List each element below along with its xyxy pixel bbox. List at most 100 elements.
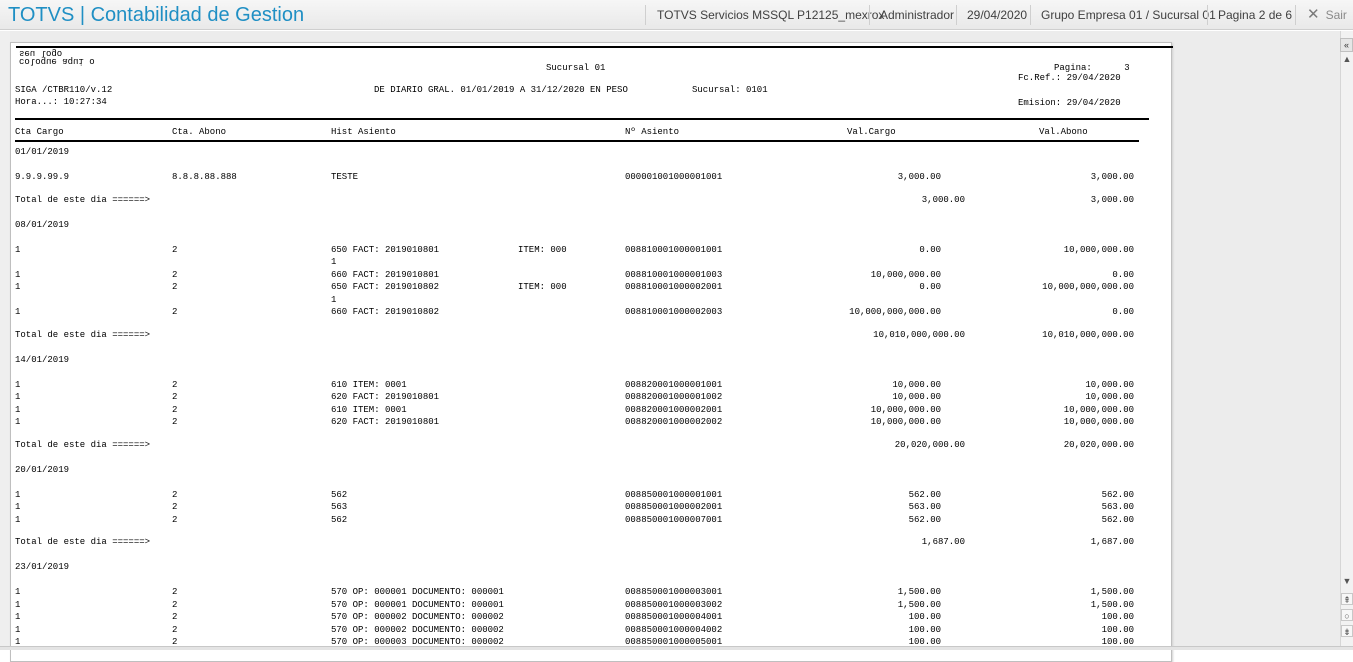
day-total-label: Total de este dia ======> (15, 537, 151, 547)
row-val-abono: 1,500.00 (1090, 599, 1134, 610)
row-val-cargo: 10,000,000.00 (870, 404, 941, 415)
row-val-abono: 100.00 (1101, 624, 1134, 635)
row-hist-asiento: TESTE (331, 172, 359, 182)
row-num-asiento: 008820001000002002 (625, 417, 723, 427)
row-hist-asiento: 620 FACT: 2019010801 (331, 392, 440, 402)
row-val-abono: 1,500.00 (1090, 587, 1134, 597)
row-cta-abono: 2 (172, 502, 178, 512)
company-label: Grupo Empresa 01 / Sucursal 01 (1041, 8, 1216, 22)
vertical-scrollbar[interactable]: ▲ ▼ ⇞ ○ ⇟ (1340, 31, 1353, 650)
report-period: DE DIARIO GRAL. 01/01/2019 A 31/12/2020 … (374, 85, 628, 95)
report-branch-title: Sucursal 01 (546, 63, 606, 73)
row-val-abono: 10,000.00 (1085, 379, 1134, 390)
row-hist-asiento: 563 (331, 502, 348, 512)
row-val-cargo: 1,500.00 (897, 599, 941, 610)
row-cta-abono: 2 (172, 624, 178, 635)
row-cta-cargo: 1 (15, 514, 21, 525)
row-cta-cargo: 1 (15, 269, 21, 280)
row-cta-abono: 8.8.8.88.888 (172, 172, 237, 182)
row-hist-asiento: 650 FACT: 2019010802 (331, 282, 440, 292)
row-hist-asiento: 620 FACT: 2019010801 (331, 417, 440, 427)
row-hist-asiento: 570 OP: 000001 DOCUMENTO: 000001 (331, 587, 504, 597)
header-rule (15, 118, 1149, 120)
app-title: TOTVS | Contabilidad de Gestion (8, 4, 305, 26)
row-val-cargo: 10,000.00 (892, 379, 941, 390)
row-num-asiento: 008850001000003002 (625, 599, 723, 610)
col-hist-asiento: Hist Asiento (331, 127, 396, 137)
row-num-asiento: 008850001000007001 (625, 514, 723, 525)
row-cta-abono: 2 (172, 244, 178, 255)
row-num-asiento: 008810001000002001 (625, 282, 723, 292)
row-val-cargo: 100.00 (908, 612, 941, 622)
day-total-cargo: 3,000.00 (921, 194, 965, 205)
page-top-icon[interactable]: ⇞ (1341, 593, 1353, 605)
arrow-up-icon[interactable]: ▲ (1341, 53, 1353, 65)
day-date: 14/01/2019 (15, 354, 70, 365)
page-top-rule (16, 46, 1173, 48)
row-cta-abono: 2 (172, 269, 178, 280)
row-hist-continuation: 1 (331, 257, 337, 267)
day-date: 08/01/2019 (15, 219, 70, 230)
row-cta-cargo: 1 (15, 612, 21, 622)
day-total-abono: 10,010,000,000.00 (1042, 329, 1134, 340)
row-hist-asiento: 660 FACT: 2019010802 (331, 307, 440, 317)
report-sucursal: Sucursal: 0101 (692, 85, 768, 95)
col-num-asiento: Nº Asiento (625, 127, 680, 137)
col-val-abono: Val.Abono (1039, 127, 1088, 137)
viewer-margin (0, 31, 10, 650)
row-val-cargo: 10,000,000.00 (870, 269, 941, 280)
row-item: ITEM: 000 (518, 244, 567, 255)
row-num-asiento: 008850001000003001 (625, 587, 723, 597)
row-num-asiento: 000001001000001001 (625, 172, 723, 182)
report-time: Hora...: 10:27:34 (15, 97, 107, 107)
row-val-cargo: 0.00 (919, 282, 941, 292)
row-val-abono: 10,000,000,000.00 (1042, 282, 1134, 292)
row-num-asiento: 008820001000001002 (625, 392, 723, 402)
row-val-abono: 100.00 (1101, 612, 1134, 622)
row-cta-cargo: 1 (15, 417, 21, 427)
row-cta-abono: 2 (172, 514, 178, 525)
header-separator (645, 5, 646, 25)
row-cta-cargo: 1 (15, 599, 21, 610)
row-cta-abono: 2 (172, 587, 178, 597)
row-val-cargo: 1,500.00 (897, 587, 941, 597)
zoom-icon[interactable]: ○ (1341, 609, 1353, 621)
arrow-down-icon[interactable]: ▼ (1341, 575, 1353, 587)
row-val-cargo: 10,000,000.00 (870, 417, 941, 427)
row-val-cargo: 563.00 (908, 502, 941, 512)
row-val-abono: 10,000,000.00 (1063, 244, 1134, 255)
day-total-label: Total de este dia ======> (15, 194, 151, 205)
reference-date: Fc.Ref.: 29/04/2020 (1018, 73, 1121, 83)
day-total-cargo: 10,010,000,000.00 (873, 329, 965, 340)
row-cta-abono: 2 (172, 599, 178, 610)
row-val-cargo: 100.00 (908, 624, 941, 635)
row-val-cargo: 562.00 (908, 514, 941, 525)
page-bottom-icon[interactable]: ⇟ (1341, 625, 1353, 637)
day-total-abono: 1,687.00 (1090, 537, 1134, 547)
row-cta-abono: 2 (172, 404, 178, 415)
row-hist-asiento: 570 OP: 000002 DOCUMENTO: 000002 (331, 624, 504, 635)
row-cta-cargo: 1 (15, 624, 21, 635)
day-total-cargo: 20,020,000.00 (894, 439, 965, 450)
header-separator (956, 5, 957, 25)
row-hist-asiento: 570 OP: 000001 DOCUMENTO: 000001 (331, 599, 504, 610)
row-num-asiento: 008850001000004002 (625, 624, 723, 635)
day-date: 23/01/2019 (15, 562, 70, 572)
close-icon: ✕ (1307, 6, 1320, 23)
environment-label: TOTVS Servicios MSSQL P12125_mexrox (657, 8, 885, 22)
col-val-cargo: Val.Cargo (847, 127, 896, 137)
row-val-cargo: 10,000.00 (892, 392, 941, 402)
row-num-asiento: 008810001000001003 (625, 269, 723, 280)
row-val-abono: 0.00 (1112, 307, 1134, 317)
row-item: ITEM: 000 (518, 282, 567, 292)
row-hist-asiento: 610 ITEM: 0001 (331, 404, 407, 415)
row-val-abono: 0.00 (1112, 269, 1134, 280)
collapse-panel-icon[interactable]: « (1340, 38, 1353, 52)
row-val-abono: 10,000,000.00 (1063, 404, 1134, 415)
row-cta-abono: 2 (172, 379, 178, 390)
exit-button[interactable]: ✕ Sair (1307, 0, 1347, 30)
day-total-abono: 20,020,000.00 (1063, 439, 1134, 450)
horizontal-scrollbar[interactable] (0, 646, 1353, 650)
row-num-asiento: 008820001000001001 (625, 379, 723, 390)
row-cta-cargo: 9.9.9.99.9 (15, 172, 70, 182)
